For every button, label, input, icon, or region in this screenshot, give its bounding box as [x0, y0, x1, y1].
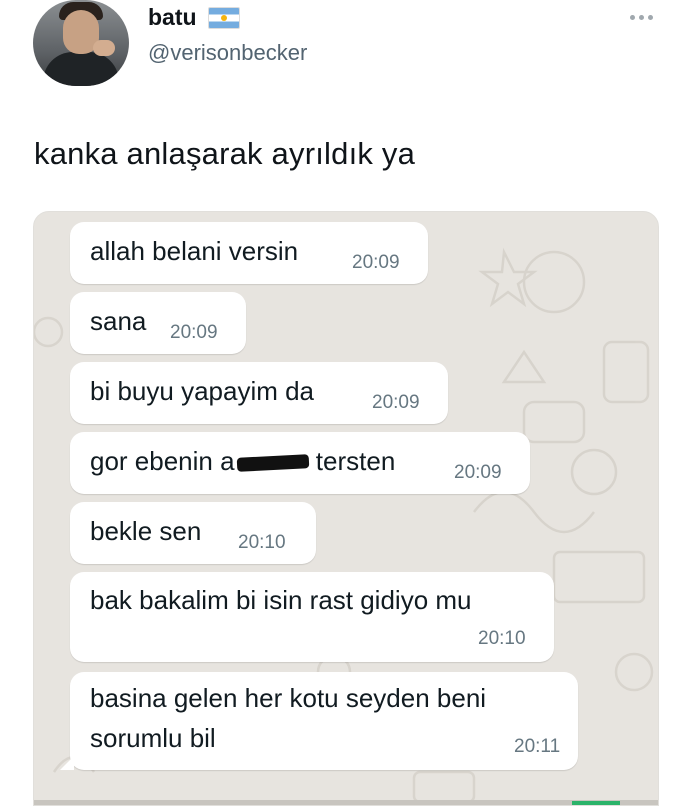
chat-bubble-5[interactable]: bekle sen 20:10 [70, 502, 316, 564]
redaction-scribble [236, 454, 309, 472]
display-name[interactable]: batu [148, 4, 197, 31]
tweet-text: kanka anlaşarak ayrıldık ya [34, 136, 416, 171]
message-text: sana [90, 306, 147, 336]
avatar[interactable] [33, 0, 129, 86]
message-text: allah belani versin [90, 236, 299, 266]
chat-bubble-4[interactable]: gor ebenin a tersten 20:09 [70, 432, 530, 494]
avatar-hand-shape [93, 40, 115, 56]
chat-bubble-3[interactable]: bi buyu yapayim da 20:09 [70, 362, 448, 424]
message-text-part: gor ebenin a [90, 446, 235, 476]
more-dots-icon[interactable] [626, 10, 656, 24]
chat-bubble-1[interactable]: allah belani versin 20:09 [70, 222, 428, 284]
bubble-tail [60, 756, 74, 770]
chat-bubble-2[interactable]: sana 20:09 [70, 292, 246, 354]
message-text: gor ebenin a tersten [90, 445, 395, 478]
message-text: basina gelen her kotu seyden beni [90, 683, 487, 713]
message-time: 20:11 [514, 736, 561, 757]
chat-bubble-7[interactable]: basina gelen her kotu seyden beni soruml… [60, 672, 578, 770]
message-text: bi buyu yapayim da [90, 376, 315, 406]
user-handle[interactable]: @verisonbecker [148, 40, 307, 66]
message-time: 20:10 [238, 532, 286, 553]
avatar-body-shape [43, 52, 119, 86]
argentina-flag-icon [208, 7, 240, 29]
message-time: 20:09 [372, 392, 420, 413]
message-time: 20:09 [454, 462, 502, 483]
message-time: 20:09 [170, 322, 218, 343]
message-text: sorumlu bil [90, 723, 216, 753]
message-text: bak bakalim bi isin rast gidiyo mu [90, 585, 472, 615]
message-text: bekle sen [90, 516, 202, 546]
chat-bubble-6[interactable]: bak bakalim bi isin rast gidiyo mu 20:10 [70, 572, 554, 662]
tweet-header: batu @verisonbecker [0, 0, 690, 110]
message-text-part: tersten [315, 446, 396, 476]
chat-input-edge [34, 800, 658, 805]
message-time: 20:09 [352, 252, 400, 273]
message-time: 20:10 [478, 628, 526, 649]
send-button-edge [572, 801, 620, 805]
tweet-media-image[interactable]: allah belani versin 20:09 sana 20:09 bi … [33, 211, 659, 806]
